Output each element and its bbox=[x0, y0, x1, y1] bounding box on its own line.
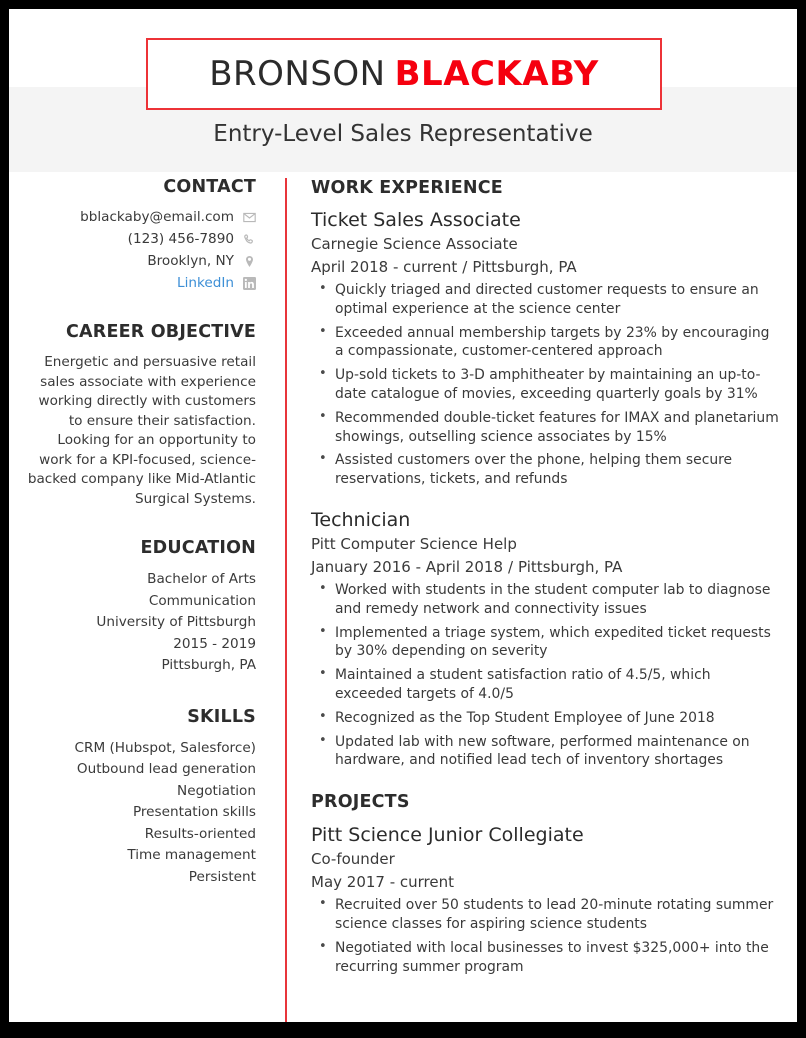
skill-item: Presentation skills bbox=[132, 804, 256, 820]
resume-body: CONTACT bblackaby@email.com (123) 456-78… bbox=[9, 172, 797, 1022]
education-line: Bachelor of Arts bbox=[147, 571, 256, 587]
bullet-item: Maintained a student satisfaction ratio … bbox=[311, 665, 779, 704]
bullet-item: Implemented a triage system, which exped… bbox=[311, 623, 779, 662]
linkedin-link-text[interactable]: LinkedIn bbox=[177, 274, 234, 293]
work-entry-org: Carnegie Science Associate bbox=[311, 235, 518, 253]
project-entry: Pitt Science Junior Collegiate Co-founde… bbox=[311, 822, 779, 976]
project-entry-meta: May 2017 - current bbox=[311, 871, 779, 894]
bullet-item: Quickly triaged and directed customer re… bbox=[311, 280, 779, 319]
skill-item: Results-oriented bbox=[144, 825, 256, 842]
work-entry-org: Pitt Computer Science Help bbox=[311, 534, 517, 553]
bullet-item: Updated lab with new software, performed… bbox=[311, 732, 779, 771]
meta-separator: / bbox=[507, 557, 514, 576]
skill-item: Time management bbox=[127, 847, 256, 863]
projects-heading: PROJECTS bbox=[311, 792, 410, 813]
project-entry-role: Co-founder bbox=[311, 850, 395, 869]
objective-text: Energetic and persuasive retail sales as… bbox=[27, 354, 256, 507]
project-entry-title: Pitt Science Junior Collegiate bbox=[311, 824, 584, 847]
first-name: BRONSON bbox=[209, 54, 386, 94]
bullet-item: Worked with students in the student comp… bbox=[311, 580, 779, 619]
last-name: BLACKABY bbox=[394, 54, 599, 94]
work-entry-dates: January 2016 - April 2018 bbox=[311, 557, 503, 576]
education-line: Communication bbox=[148, 592, 256, 609]
page-frame: BRONSON BLACKABY Entry-Level Sales Repres… bbox=[0, 0, 806, 1038]
work-entry-meta: January 2016 - April 2018/Pittsburgh, PA bbox=[311, 556, 779, 579]
education-line: 2015 - 2019 bbox=[173, 635, 256, 652]
contact-row-location: Brooklyn, NY bbox=[23, 252, 256, 271]
career-objective-section: CAREER OBJECTIVE Energetic and persuasiv… bbox=[23, 322, 256, 509]
sidebar: CONTACT bblackaby@email.com (123) 456-78… bbox=[9, 172, 285, 1022]
education-line: Pittsburgh, PA bbox=[161, 657, 256, 673]
work-experience-section: WORK EXPERIENCE Ticket Sales Associate C… bbox=[311, 178, 779, 770]
work-entry-title: Technician bbox=[311, 508, 411, 531]
projects-section: PROJECTS Pitt Science Junior Collegiate … bbox=[311, 792, 779, 976]
resume-header: BRONSON BLACKABY Entry-Level Sales Repres… bbox=[9, 9, 797, 172]
education-section: EDUCATION Bachelor of Arts Communication… bbox=[23, 538, 256, 677]
education-line: University of Pittsburgh bbox=[96, 614, 256, 630]
objective-heading: CAREER OBJECTIVE bbox=[65, 322, 256, 342]
project-entry-bullets: Recruited over 50 students to lead 20-mi… bbox=[311, 895, 779, 977]
skills-section: SKILLS CRM (Hubspot, Salesforce) Outboun… bbox=[23, 707, 256, 889]
envelope-icon bbox=[243, 211, 256, 224]
email-text: bblackaby@email.com bbox=[80, 209, 234, 225]
resume-page: BRONSON BLACKABY Entry-Level Sales Repres… bbox=[9, 9, 797, 1022]
contact-row-email: bblackaby@email.com bbox=[23, 208, 256, 227]
contact-section: CONTACT bblackaby@email.com (123) 456-78… bbox=[23, 177, 256, 293]
location-text: Brooklyn, NY bbox=[147, 253, 234, 269]
bullet-item: Recommended double-ticket features for I… bbox=[311, 408, 779, 447]
linkedin-icon[interactable] bbox=[243, 277, 256, 290]
contact-row-linkedin[interactable]: LinkedIn bbox=[23, 274, 256, 293]
work-entry-dates: April 2018 - current bbox=[311, 258, 458, 276]
work-entry: Technician Pitt Computer Science Help Ja… bbox=[311, 507, 779, 770]
phone-icon bbox=[243, 233, 256, 246]
skill-item: Outbound lead generation bbox=[76, 761, 256, 777]
job-title: Entry-Level Sales Representative bbox=[213, 121, 593, 147]
bullet-item: Recognized as the Top Student Employee o… bbox=[311, 708, 779, 728]
bullet-item: Assisted customers over the phone, helpi… bbox=[311, 450, 779, 489]
education-heading: EDUCATION bbox=[140, 538, 256, 558]
work-experience-heading: WORK EXPERIENCE bbox=[311, 178, 503, 198]
work-entry: Ticket Sales Associate Carnegie Science … bbox=[311, 207, 779, 489]
project-entry-dates: May 2017 - current bbox=[311, 873, 455, 892]
work-entry-bullets: Quickly triaged and directed customer re… bbox=[311, 280, 779, 489]
bullet-item: Exceeded annual membership targets by 23… bbox=[311, 323, 779, 362]
skill-item: Persistent bbox=[188, 868, 256, 885]
work-entry-location: Pittsburgh, PA bbox=[472, 258, 577, 276]
meta-separator: / bbox=[462, 258, 468, 276]
bullet-item: Up-sold tickets to 3-D amphitheater by m… bbox=[311, 365, 779, 404]
phone-text: (123) 456-7890 bbox=[127, 231, 234, 247]
work-entry-title: Ticket Sales Associate bbox=[311, 209, 521, 231]
work-entry-bullets: Worked with students in the student comp… bbox=[311, 580, 779, 771]
bullet-item: Negotiated with local businesses to inve… bbox=[311, 938, 779, 977]
work-entry-meta: April 2018 - current / Pittsburgh, PA bbox=[311, 256, 779, 279]
contact-row-phone: (123) 456-7890 bbox=[23, 230, 256, 249]
work-entry-location: Pittsburgh, PA bbox=[518, 557, 623, 576]
contact-heading: CONTACT bbox=[163, 177, 256, 197]
location-pin-icon bbox=[243, 255, 256, 268]
skill-item: CRM (Hubspot, Salesforce) bbox=[74, 739, 256, 756]
full-name: BRONSON BLACKABY bbox=[209, 57, 599, 91]
skill-item: Negotiation bbox=[177, 782, 256, 799]
bullet-item: Recruited over 50 students to lead 20-mi… bbox=[311, 895, 779, 934]
column-divider bbox=[285, 178, 287, 1022]
main-column: WORK EXPERIENCE Ticket Sales Associate C… bbox=[285, 172, 797, 1022]
skills-heading: SKILLS bbox=[187, 706, 256, 727]
name-box: BRONSON BLACKABY bbox=[146, 38, 662, 110]
